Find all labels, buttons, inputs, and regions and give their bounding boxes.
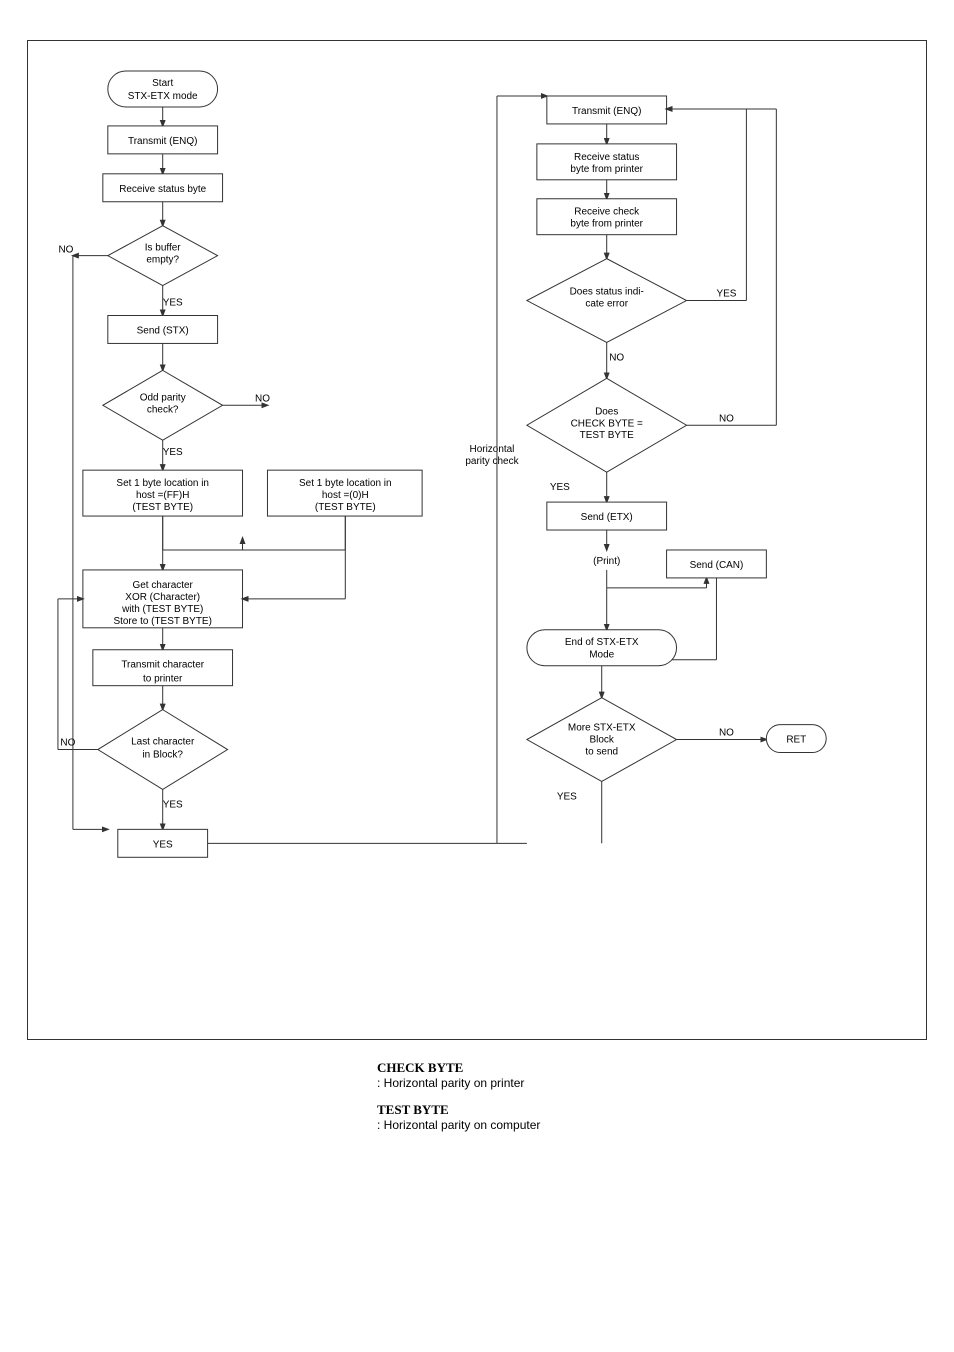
receive-status-right-label2: byte from printer [570,164,643,175]
page: text { font-family: Arial, sans-serif; f… [0,0,954,1352]
yes-label-error: YES [716,289,736,300]
is-buffer-empty-label: Is buffer [145,243,182,254]
is-buffer-empty-label2: empty? [146,255,179,266]
transmit-enq-left-label: Transmit (ENQ) [128,136,197,147]
last-char-label1: Last character [131,737,195,748]
check-byte-title: CHECK BYTE [377,1060,777,1076]
no-label-checkbyte: NO [719,413,734,424]
set-ff-label3: (TEST BYTE) [132,502,193,513]
status-error-label2: cate error [585,299,628,310]
yes-label-more: YES [557,791,577,802]
receive-status-label: Receive status byte [119,184,206,195]
start-label2: STX-ETX mode [128,91,198,102]
no-label-more: NO [719,728,734,739]
set-ff-label1: Set 1 byte location in [116,478,209,489]
status-error-label1: Does status indi- [570,287,644,298]
get-char-label2: XOR (Character) [125,592,200,603]
send-can-label: Send (CAN) [690,560,744,571]
flowchart-container: text { font-family: Arial, sans-serif; f… [27,40,927,1040]
start-label: Start [152,78,173,89]
receive-status-right-label1: Receive status [574,152,639,163]
end-stx-etx-label2: Mode [589,650,614,661]
no-label-error: NO [609,352,624,363]
check-byte-desc: : Horizontal parity on printer [377,1076,777,1090]
get-char-label3: with (TEST BYTE) [121,604,203,615]
legend: CHECK BYTE : Horizontal parity on printe… [177,1060,777,1132]
send-stx-label: Send (STX) [137,325,189,336]
get-char-label1: Get character [132,580,193,591]
yes-label-lastchar: YES [163,799,183,810]
legend-item-checkbyte: CHECK BYTE : Horizontal parity on printe… [377,1060,777,1090]
transmit-char-label1: Transmit character [121,660,204,671]
legend-item-testbyte: TEST BYTE : Horizontal parity on compute… [377,1102,777,1132]
more-stx-label3: to send [585,747,618,758]
test-byte-desc: : Horizontal parity on computer [377,1118,777,1132]
last-char-label2: in Block? [142,750,183,761]
check-byte-label2: CHECK BYTE = [571,418,643,429]
no-label-lastchar: NO [60,738,75,749]
no-label-parity: NO [255,393,270,404]
check-byte-label1: Does [595,406,618,417]
horiz-parity-label2: parity check [465,456,518,467]
odd-parity-label2: check? [147,404,179,415]
receive-check-label1: Receive check [574,207,639,218]
yes-label-buffer: YES [163,298,183,309]
test-byte-title: TEST BYTE [377,1102,777,1118]
set-0-label3: (TEST BYTE) [315,502,376,513]
check-byte-label3: TEST BYTE [580,430,634,441]
yes-label-checkbyte: YES [550,482,570,493]
yes-end-label: YES [153,839,173,850]
odd-parity-label: Odd parity [140,392,186,403]
ret-label: RET [786,735,806,746]
set-0-label1: Set 1 byte location in [299,478,392,489]
more-stx-label1: More STX-ETX [568,723,636,734]
set-0-label2: host =(0)H [322,490,369,501]
flowchart-svg: text { font-family: Arial, sans-serif; f… [28,41,926,1039]
yes-label-parity: YES [163,447,183,458]
get-char-label4: Store to (TEST BYTE) [113,616,211,627]
end-stx-etx-label1: End of STX-ETX [565,637,639,648]
transmit-char-label2: to printer [143,674,183,685]
print-label: (Print) [593,556,620,567]
transmit-enq-right-label: Transmit (ENQ) [572,106,641,117]
send-etx-label: Send (ETX) [581,512,633,523]
no-label-buffer: NO [58,245,73,256]
more-stx-label2: Block [590,735,614,746]
set-ff-label2: host =(FF)H [136,490,189,501]
receive-check-label2: byte from printer [570,219,643,230]
horiz-parity-label1: Horizontal [470,444,515,455]
